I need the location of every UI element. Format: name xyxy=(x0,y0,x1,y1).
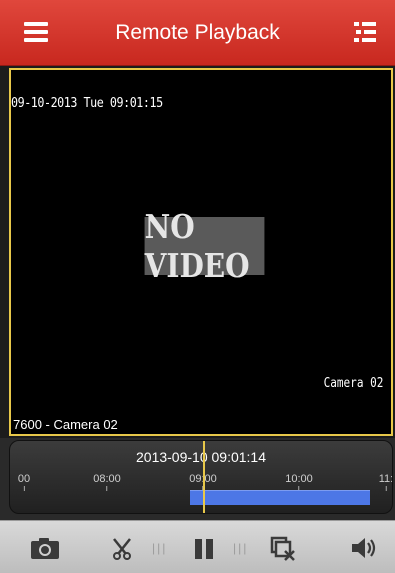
title-bar: Remote Playback xyxy=(0,0,395,66)
playback-timeline[interactable]: 2013-09-10 09:01:14 00 08:00 09:00 10:00… xyxy=(9,440,393,514)
timeline-tick: 10:00 xyxy=(285,473,313,491)
toolbar-separator: ||| xyxy=(152,541,168,555)
video-window[interactable]: 09-10-2013 Tue 09:01:15 NO VIDEO Camera … xyxy=(9,68,393,436)
no-video-indicator: NO VIDEO xyxy=(144,207,265,285)
timeline-tick: 00 xyxy=(18,473,30,491)
recording-segment[interactable] xyxy=(190,490,370,505)
timeline-current-time: 2013-09-10 09:01:14 xyxy=(136,449,266,465)
playback-toolbar: ||| ||| xyxy=(0,520,395,573)
playback-viewer: 09-10-2013 Tue 09:01:15 NO VIDEO Camera … xyxy=(0,66,395,438)
video-channel-label: 7600 - Camera 02 xyxy=(13,417,118,432)
timeline-tick: 08:00 xyxy=(93,473,121,491)
list-icon[interactable] xyxy=(353,20,377,44)
pause-icon[interactable] xyxy=(193,538,215,565)
osd-timestamp: 09-10-2013 Tue 09:01:15 xyxy=(11,96,163,111)
scissors-icon[interactable] xyxy=(110,536,134,565)
close-all-icon[interactable] xyxy=(270,536,296,567)
volume-icon[interactable] xyxy=(350,536,378,565)
timeline-cursor[interactable] xyxy=(203,441,205,513)
page-title: Remote Playback xyxy=(115,20,280,44)
menu-icon[interactable] xyxy=(24,22,48,43)
camera-icon[interactable] xyxy=(30,536,60,565)
toolbar-separator: ||| xyxy=(233,541,249,555)
timeline-tick: 11: xyxy=(379,473,392,491)
osd-camera-name: Camera 02 xyxy=(323,376,383,391)
